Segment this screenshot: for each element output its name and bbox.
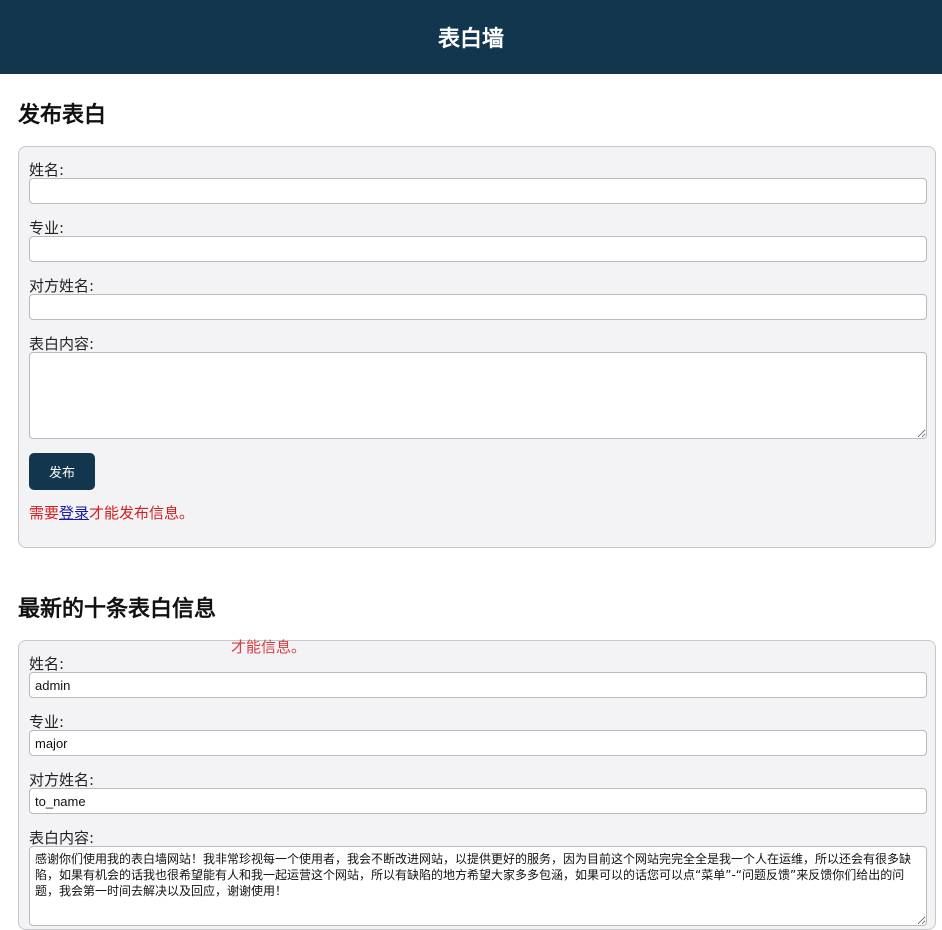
latest-heading: 最新的十条表白信息 bbox=[18, 597, 217, 622]
login-notice: 需要登录才能发布信息。 bbox=[29, 502, 194, 523]
major-label: 专业: bbox=[29, 219, 65, 237]
content-label: 表白内容: bbox=[29, 335, 95, 353]
notice-prefix: 需要 bbox=[29, 504, 60, 522]
entry-name-label: 姓名: bbox=[29, 655, 65, 673]
to-name-label: 对方姓名: bbox=[29, 277, 95, 295]
to-name-input[interactable] bbox=[29, 294, 927, 320]
entry-major-field[interactable] bbox=[29, 730, 927, 756]
content-textarea[interactable] bbox=[29, 352, 927, 439]
entry-to-name-label: 对方姓名: bbox=[29, 771, 95, 789]
entry-content-label: 表白内容: bbox=[29, 829, 95, 847]
publish-form: 姓名: 专业: 对方姓名: 表白内容: 发布 需要登录才能发布信息。 bbox=[18, 146, 936, 548]
confession-card: 才能信息。 姓名: 专业: 对方姓名: 表白内容: 感谢你们使用我的表白墙网站！… bbox=[18, 638, 936, 930]
top-header-bar: 表白墙 bbox=[0, 0, 942, 74]
publish-heading: 发布表白 bbox=[18, 103, 107, 128]
ghost-notice-text: 才能信息。 bbox=[231, 638, 307, 656]
site-title: 表白墙 bbox=[437, 27, 504, 52]
entry-content-textarea[interactable]: 感谢你们使用我的表白墙网站！我非常珍视每一个使用者，我会不断改进网站，以提供更好… bbox=[29, 846, 927, 926]
entry-to-name-field[interactable] bbox=[29, 788, 927, 814]
notice-suffix: 才能发布信息。 bbox=[89, 504, 195, 522]
login-link[interactable]: 登录 bbox=[59, 504, 89, 522]
name-label: 姓名: bbox=[29, 161, 65, 179]
name-input[interactable] bbox=[29, 178, 927, 204]
publish-button[interactable]: 发布 bbox=[29, 453, 95, 490]
entry-name-field[interactable] bbox=[29, 672, 927, 698]
entry-major-label: 专业: bbox=[29, 713, 65, 731]
major-input[interactable] bbox=[29, 236, 927, 262]
